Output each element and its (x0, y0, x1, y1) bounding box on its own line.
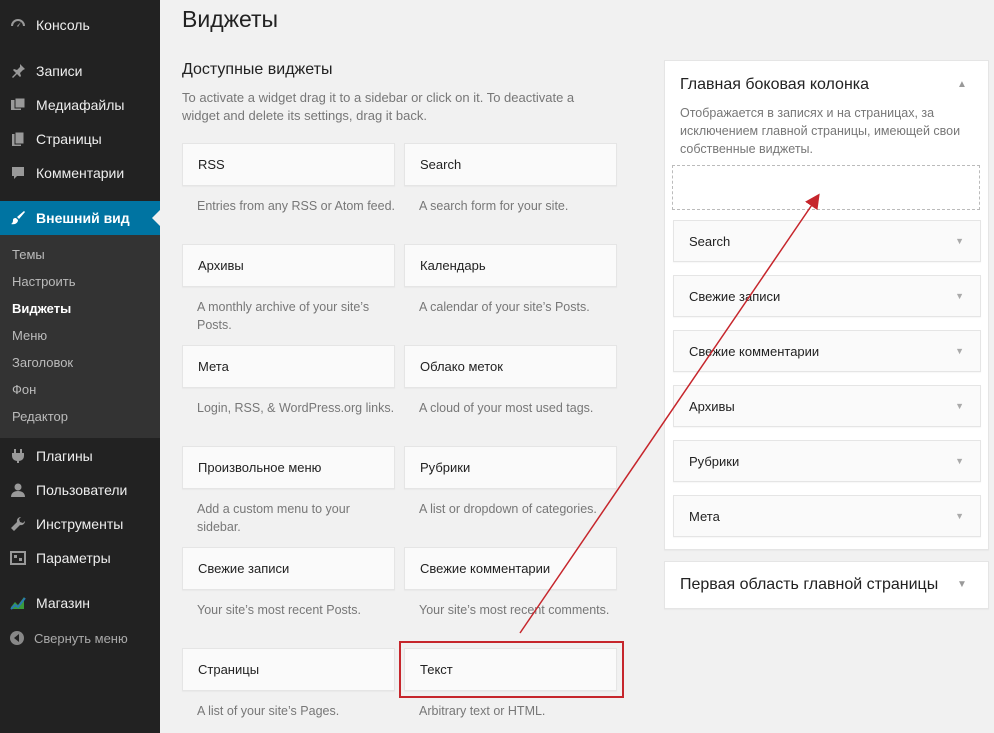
widget-rss[interactable]: RSS (182, 143, 395, 186)
widget-description: A search form for your site. (419, 199, 569, 213)
menu-item-tools[interactable]: Инструменты (0, 507, 160, 541)
widget-pages[interactable]: Страницы (182, 648, 395, 691)
dashboard-icon (0, 17, 36, 33)
menu-item-media[interactable]: Медиафайлы (0, 88, 160, 122)
collapse-label: Свернуть меню (34, 630, 128, 646)
chevron-down-icon[interactable]: ▼ (955, 456, 964, 466)
menu-label: Комментарии (36, 165, 125, 181)
submenu-item-customize[interactable]: Настроить (12, 274, 76, 289)
available-widgets-title: Доступные виджеты (182, 61, 333, 78)
menu-item-users[interactable]: Пользователи (0, 473, 160, 507)
sidebar-widget-categories[interactable]: Рубрики ▼ (673, 440, 981, 482)
widget-description: A monthly archive of your site’s Posts. (197, 300, 370, 332)
submenu-item-menus[interactable]: Меню (12, 328, 47, 343)
chevron-down-icon[interactable]: ▼ (955, 511, 964, 521)
tools-icon (0, 516, 36, 532)
menu-label: Инструменты (36, 516, 124, 532)
widget-categories[interactable]: Рубрики (404, 446, 617, 489)
widget-description: Your site’s most recent comments. (419, 603, 610, 617)
admin-sidebar: Консоль Записи Медиафайлы Страницы Комме… (0, 0, 160, 733)
submenu-item-header[interactable]: Заголовок (12, 355, 73, 370)
widget-drop-zone[interactable] (672, 165, 980, 210)
chevron-down-icon[interactable]: ▼ (955, 346, 964, 356)
collapse-up-icon[interactable]: ▲ (957, 79, 967, 90)
menu-label: Пользователи (36, 482, 128, 498)
chevron-down-icon[interactable]: ▼ (955, 401, 964, 411)
widget-archives[interactable]: Архивы (182, 244, 395, 287)
menu-label: Записи (36, 63, 83, 79)
widget-description: A list of your site’s Pages. (197, 704, 340, 718)
sidebar-widget-label: Рубрики (689, 453, 740, 469)
submenu-item-widgets[interactable]: Виджеты (12, 301, 71, 316)
settings-icon (0, 550, 36, 566)
sidebar-widget-archives[interactable]: Архивы ▼ (673, 385, 981, 427)
store-icon (0, 595, 36, 611)
menu-label: Страницы (36, 131, 102, 147)
widget-calendar[interactable]: Календарь (404, 244, 617, 287)
submenu-item-background[interactable]: Фон (12, 382, 36, 397)
widget-meta[interactable]: Мета (182, 345, 395, 388)
menu-item-pages[interactable]: Страницы (0, 122, 160, 156)
appearance-submenu: Темы Настроить Виджеты Меню Заголовок Фо… (0, 235, 160, 438)
menu-label: Консоль (36, 17, 90, 33)
collapse-icon (0, 630, 34, 646)
widget-description: Add a custom menu to your sidebar. (197, 502, 350, 534)
sidebar-widget-recent-comments[interactable]: Свежие комментарии ▼ (673, 330, 981, 372)
chevron-down-icon[interactable]: ▼ (957, 579, 967, 590)
widget-recent-comments[interactable]: Свежие комментарии (404, 547, 617, 590)
widget-description: Your site’s most recent Posts. (197, 603, 361, 617)
menu-label: Плагины (36, 448, 93, 464)
menu-item-dashboard[interactable]: Консоль (0, 8, 160, 42)
sidebar-widget-label: Архивы (689, 398, 735, 414)
widget-search[interactable]: Search (404, 143, 617, 186)
media-icon (0, 97, 36, 113)
comments-icon (0, 165, 36, 181)
pages-icon (0, 131, 36, 147)
widget-description: A list or dropdown of categories. (419, 502, 597, 516)
sidebar-widget-label: Search (689, 233, 731, 249)
main-sidebar-title[interactable]: Главная боковая колонка (680, 76, 869, 94)
menu-item-comments[interactable]: Комментарии (0, 156, 160, 190)
menu-item-settings[interactable]: Параметры (0, 541, 160, 575)
page-title: Виджеты (182, 6, 279, 32)
submenu-item-themes[interactable]: Темы (12, 247, 45, 262)
chevron-down-icon[interactable]: ▼ (955, 236, 964, 246)
menu-label: Внешний вид (36, 210, 130, 226)
menu-item-store[interactable]: Магазин (0, 586, 160, 620)
sidebar-widget-label: Свежие комментарии (689, 343, 820, 359)
front-area-title[interactable]: Первая область главной страницы (680, 576, 938, 594)
widget-recent-posts[interactable]: Свежие записи (182, 547, 395, 590)
sidebar-widget-meta[interactable]: Мета ▼ (673, 495, 981, 537)
main-sidebar-description: Отображается в записях и на страницах, з… (680, 106, 961, 156)
menu-item-posts[interactable]: Записи (0, 54, 160, 88)
available-widgets-description: To activate a widget drag it to a sideba… (182, 90, 575, 123)
widget-description: Entries from any RSS or Atom feed. (197, 199, 395, 213)
users-icon (0, 482, 36, 498)
brush-icon (0, 210, 36, 226)
widget-custom-menu[interactable]: Произвольное меню (182, 446, 395, 489)
text-widget-highlight (399, 641, 624, 698)
menu-label: Магазин (36, 595, 91, 611)
widget-description: Login, RSS, & WordPress.org links. (197, 401, 395, 415)
widget-description: A cloud of your most used tags. (419, 401, 594, 415)
sidebar-widget-recent-posts[interactable]: Свежие записи ▼ (673, 275, 981, 317)
menu-label: Параметры (36, 550, 111, 566)
plugin-icon (0, 448, 36, 464)
widget-description: Arbitrary text or HTML. (419, 704, 546, 718)
submenu-item-editor[interactable]: Редактор (12, 409, 68, 424)
sidebar-widget-label: Свежие записи (689, 288, 781, 304)
menu-label: Медиафайлы (36, 97, 125, 113)
sidebar-widget-search[interactable]: Search ▼ (673, 220, 981, 262)
widget-tag-cloud[interactable]: Облако меток (404, 345, 617, 388)
collapse-menu-button[interactable]: Свернуть меню (0, 626, 160, 650)
widget-description: A calendar of your site’s Posts. (419, 300, 590, 314)
pin-icon (0, 63, 36, 79)
menu-item-plugins[interactable]: Плагины (0, 439, 160, 473)
chevron-down-icon[interactable]: ▼ (955, 291, 964, 301)
menu-item-appearance[interactable]: Внешний вид (0, 201, 160, 235)
sidebar-widget-label: Мета (689, 508, 720, 524)
